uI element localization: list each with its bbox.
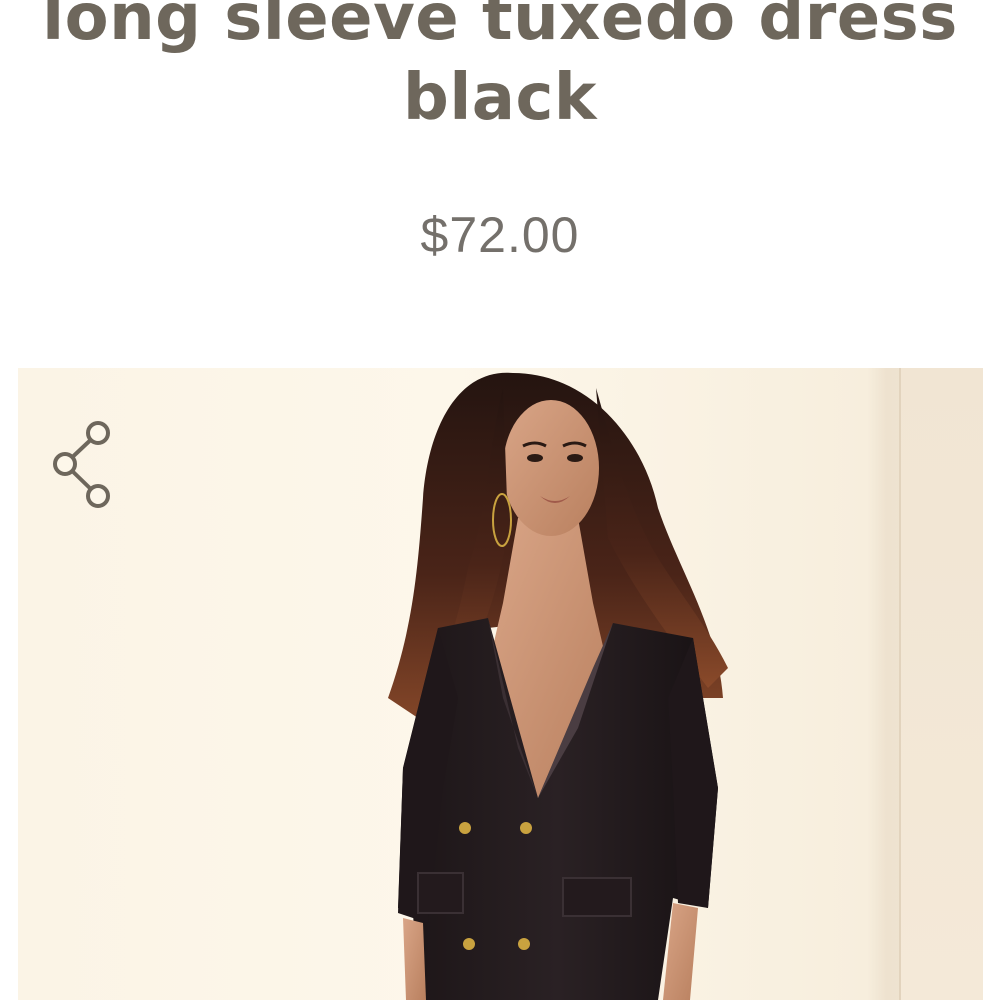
share-icon <box>53 421 110 508</box>
dress-button <box>520 822 532 834</box>
share-button[interactable] <box>48 416 118 514</box>
dress-button <box>459 822 471 834</box>
product-title-line-1: long sleeve tuxedo dress <box>42 0 958 55</box>
product-price: $72.00 <box>420 207 580 263</box>
dress-button <box>463 938 475 950</box>
model-face <box>503 400 599 536</box>
product-title: long sleeve tuxedo dress black <box>0 0 1000 138</box>
product-photo <box>388 372 728 1000</box>
dress-button <box>518 938 530 950</box>
product-page: long sleeve tuxedo dress black $72.00 <box>0 0 1000 1000</box>
product-image-gallery[interactable] <box>18 368 983 1000</box>
product-title-line-2: black <box>403 61 597 135</box>
